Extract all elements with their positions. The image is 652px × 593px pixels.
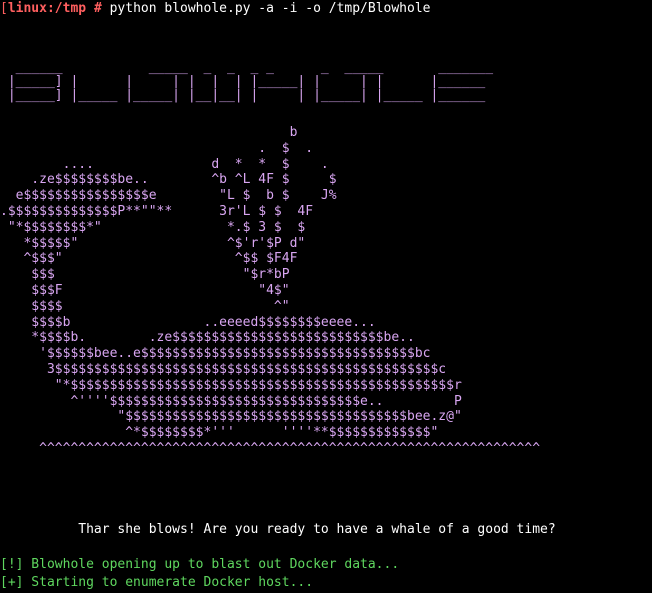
blowhole-banner-art: ______ _____ _ _ _ _ _ _____ _______ |__…: [7, 60, 494, 103]
prompt-hash: #: [93, 1, 102, 16]
status-line-enumerating: [+] Starting to enumerate Docker host...: [0, 575, 314, 590]
tagline-text: Thar she blows! Are you ready to have a …: [0, 522, 556, 537]
prompt-open-bracket: [: [0, 1, 8, 16]
status-line-opening: [!] Blowhole opening up to blast out Doc…: [0, 557, 400, 572]
terminal-window[interactable]: [linux:/tmp # python blowhole.py -a -i -…: [0, 0, 652, 593]
shell-prompt-line: [linux:/tmp # python blowhole.py -a -i -…: [0, 0, 431, 17]
command-text: python blowhole.py -a -i -o /tmp/Blowhol…: [109, 1, 431, 16]
prompt-host-path: linux:/tmp: [7, 1, 87, 16]
whale-ascii-art: b . $ . .... d * * $ . .ze$$$$$$$$be.. ^…: [0, 125, 541, 456]
